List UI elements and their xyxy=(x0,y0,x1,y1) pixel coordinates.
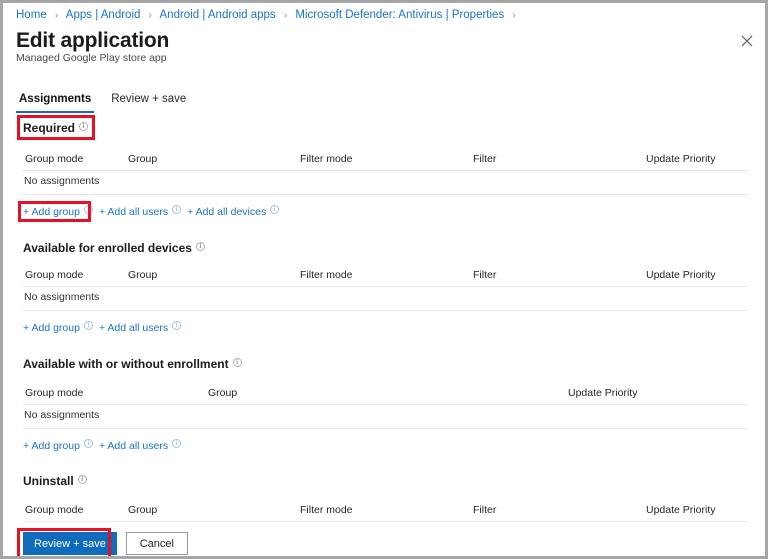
cancel-button[interactable]: Cancel xyxy=(125,532,188,555)
page-subtitle: Managed Google Play store app xyxy=(16,52,167,64)
info-icon[interactable] xyxy=(195,241,205,252)
breadcrumb-item-home[interactable]: Home xyxy=(16,9,47,21)
info-icon[interactable] xyxy=(83,204,93,215)
table-divider xyxy=(23,286,748,287)
column-header-group-mode: Group mode xyxy=(25,269,84,281)
column-header-filter-mode: Filter mode xyxy=(300,269,353,281)
breadcrumb: Home › Apps | Android › Android | Androi… xyxy=(16,8,521,23)
column-header-update-priority: Update Priority xyxy=(646,269,716,281)
edit-application-blade: Home › Apps | Android › Android | Androi… xyxy=(3,3,765,556)
column-header-filter: Filter xyxy=(473,504,497,516)
add-group-link[interactable]: + Add group xyxy=(23,206,80,218)
add-group-link[interactable]: + Add group xyxy=(23,322,80,334)
add-all-devices-link[interactable]: + Add all devices xyxy=(187,206,266,218)
info-icon[interactable] xyxy=(172,204,182,215)
app-window: Home › Apps | Android › Android | Androi… xyxy=(0,0,768,559)
table-divider xyxy=(23,170,748,171)
info-icon[interactable] xyxy=(83,320,93,331)
breadcrumb-item-defender-properties[interactable]: Microsoft Defender: Antivirus | Properti… xyxy=(295,9,504,21)
add-links-row-available-with-without: + Add group + Add all users xyxy=(23,438,182,453)
empty-state-text: No assignments xyxy=(24,409,100,421)
footer-button-row: Review + save Cancel xyxy=(23,532,188,555)
info-icon[interactable] xyxy=(172,320,182,331)
column-header-filter-mode: Filter mode xyxy=(300,153,353,165)
table-divider xyxy=(23,521,748,522)
add-group-link[interactable]: + Add group xyxy=(23,440,80,452)
add-links-row-available-enrolled: + Add group + Add all users xyxy=(23,320,182,335)
breadcrumb-item-android-apps[interactable]: Android | Android apps xyxy=(160,9,276,21)
breadcrumb-separator: › xyxy=(148,10,152,21)
column-header-update-priority: Update Priority xyxy=(568,387,638,399)
more-options-icon[interactable]: ··· xyxy=(151,32,167,45)
column-header-group: Group xyxy=(128,153,158,165)
close-icon[interactable] xyxy=(737,31,757,51)
column-header-filter: Filter xyxy=(473,269,497,281)
column-header-update-priority: Update Priority xyxy=(646,504,716,516)
column-header-filter-mode: Filter mode xyxy=(300,504,353,516)
breadcrumb-separator: › xyxy=(283,10,288,21)
info-icon[interactable] xyxy=(83,438,93,449)
breadcrumb-separator: › xyxy=(54,10,59,21)
info-icon[interactable] xyxy=(77,474,87,485)
tab-review-save[interactable]: Review + save xyxy=(108,92,189,113)
section-title-available-enrolled: Available for enrolled devices xyxy=(23,241,205,256)
breadcrumb-separator: › xyxy=(512,10,516,21)
table-divider xyxy=(23,194,748,195)
add-all-users-link[interactable]: + Add all users xyxy=(99,440,168,452)
table-divider xyxy=(23,404,748,405)
column-header-group-mode: Group mode xyxy=(25,504,84,516)
add-all-users-link[interactable]: + Add all users xyxy=(99,206,168,218)
table-divider xyxy=(23,428,748,429)
column-header-update-priority: Update Priority xyxy=(646,153,716,165)
section-title-uninstall: Uninstall xyxy=(23,474,87,489)
page-title: Edit application xyxy=(16,29,170,52)
info-icon[interactable] xyxy=(79,121,89,132)
column-header-group-mode: Group mode xyxy=(25,387,84,399)
tab-bar: Assignments Review + save xyxy=(16,92,189,113)
table-divider xyxy=(23,310,748,311)
info-icon[interactable] xyxy=(270,204,280,215)
breadcrumb-item-apps-android[interactable]: Apps | Android xyxy=(66,9,141,21)
column-header-filter: Filter xyxy=(473,153,497,165)
section-title-required: Required xyxy=(23,121,89,136)
tab-assignments[interactable]: Assignments xyxy=(16,92,95,113)
column-header-group: Group xyxy=(128,269,158,281)
info-icon[interactable] xyxy=(172,438,182,449)
column-header-group: Group xyxy=(128,504,158,516)
column-header-group-mode: Group mode xyxy=(25,153,84,165)
add-all-users-link[interactable]: + Add all users xyxy=(99,322,168,334)
review-save-button[interactable]: Review + save xyxy=(23,532,117,555)
column-header-group: Group xyxy=(208,387,238,399)
add-links-row-required: + Add group + Add all users + Add all devi… xyxy=(23,204,280,219)
empty-state-text: No assignments xyxy=(24,291,100,303)
empty-state-text: No assignments xyxy=(24,175,100,187)
section-title-available-with-without: Available with or without enrollment xyxy=(23,357,242,372)
info-icon[interactable] xyxy=(232,357,242,368)
